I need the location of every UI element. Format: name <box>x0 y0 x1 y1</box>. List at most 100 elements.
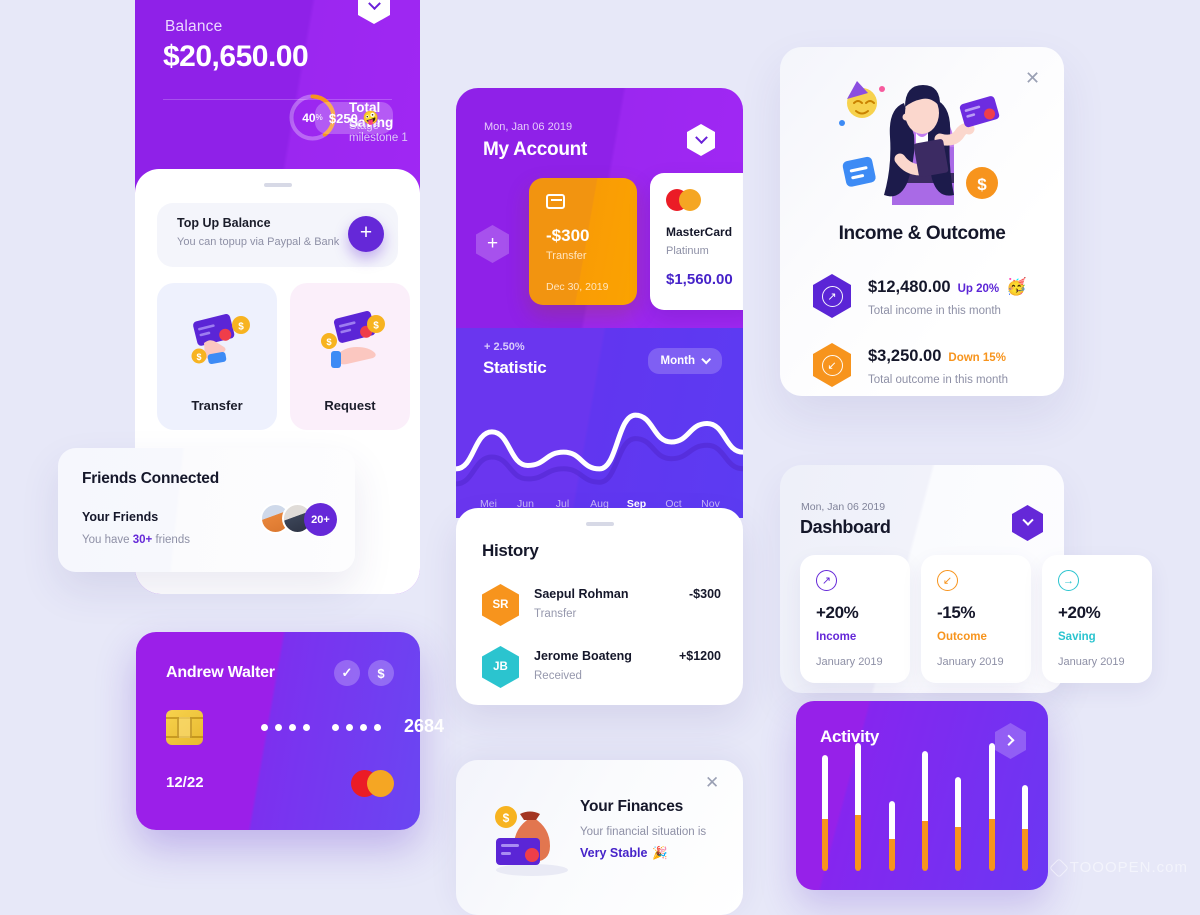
history-row[interactable]: JB Jerome Boateng Received +$1200 <box>482 646 721 690</box>
friends-count: 30+ <box>132 534 153 546</box>
dashboard-stat-tile-income[interactable]: ↗ +20% Income January 2019 <box>800 555 910 683</box>
note-suffix: friends <box>152 534 190 546</box>
history-amount: -$300 <box>689 587 721 601</box>
close-icon[interactable]: ✕ <box>705 774 721 791</box>
action-tile-label: Request <box>324 398 376 413</box>
avatar-more-count[interactable]: 20+ <box>304 503 337 536</box>
activity-bar-bottom <box>988 819 995 871</box>
history-card: History SR Saepul Rohman Transfer -$300 … <box>456 508 743 705</box>
transfer-card-hand-icon: $ $ <box>157 311 277 373</box>
check-icon[interactable]: ✓ <box>334 660 360 686</box>
arrow-glyph: ↙ <box>821 354 843 376</box>
transfer-summary-card[interactable]: -$300 Transfer Dec 30, 2019 <box>529 178 637 305</box>
activity-bar <box>955 777 962 871</box>
history-title: History <box>482 541 539 560</box>
chevron-down-icon <box>701 353 712 364</box>
statistic-change: + 2.50% <box>484 341 525 353</box>
arrow-down-left-icon: ↙ <box>813 343 851 387</box>
dashboard-stat-tile-outcome[interactable]: ↙ -15% Outcome January 2019 <box>921 555 1031 683</box>
arrow-up-right-circle-icon: ↗ <box>816 570 837 591</box>
contact-avatar: SR <box>482 584 519 626</box>
arrow-down-left-circle-icon: ↙ <box>937 570 958 591</box>
statistic-period-select[interactable]: Month <box>647 348 722 374</box>
topup-balance-row[interactable]: Top Up Balance You can topup via Paypal … <box>157 203 398 267</box>
mastercard-logo-icon <box>666 189 701 211</box>
stat-date: January 2019 <box>816 656 883 668</box>
chevron-down-icon[interactable] <box>687 124 715 156</box>
arrow-glyph: ↗ <box>821 285 843 307</box>
dashboard-stat-tile-saving[interactable]: → +20% Saving January 2019 <box>1042 555 1152 683</box>
my-account-panel: Mon, Jan 06 2019 My Account + -$300 Tran… <box>456 88 743 518</box>
history-amount: +$1200 <box>678 649 721 663</box>
add-account-button[interactable]: + <box>476 225 509 263</box>
outcome-amount: $3,250.00 <box>868 347 942 365</box>
activity-bar-top <box>822 755 828 819</box>
friends-title: Friends Connected <box>82 470 219 487</box>
action-tile-request[interactable]: $ $ Request <box>290 283 410 430</box>
income-delta: Up 20% <box>957 283 1000 295</box>
bank-card-summary[interactable]: MasterCard Platinum $1,560.00 <box>650 173 743 310</box>
history-row[interactable]: SR Saepul Rohman Transfer -$300 <box>482 584 721 628</box>
outcome-amount-row: $3,250.00 Down 15% <box>868 347 1006 366</box>
activity-bar <box>921 751 928 871</box>
balance-label: Balance <box>165 18 223 35</box>
activity-card: Activity <box>796 701 1048 890</box>
arrow-right-circle-icon: → <box>1058 570 1079 591</box>
stat-label: Income <box>816 631 857 643</box>
account-title: My Account <box>483 139 587 160</box>
statistic-title: Statistic <box>483 358 547 377</box>
credit-card[interactable]: Andrew Walter ✓ $ 2684 12/22 <box>136 632 444 830</box>
sheet-grabber[interactable] <box>263 183 292 187</box>
friends-count-note: You have 30+ friends <box>82 534 190 546</box>
activity-bar <box>855 743 862 871</box>
activity-bar-bottom <box>1021 829 1028 871</box>
card-number-dots <box>261 724 310 731</box>
sheet-grabber[interactable] <box>585 522 614 526</box>
activity-bar-top <box>955 777 962 827</box>
activity-bar-bottom <box>955 827 962 871</box>
svg-text:$: $ <box>503 811 510 825</box>
saving-amount-chip[interactable]: $250 🤪 <box>314 102 393 134</box>
request-card-hand-icon: $ $ <box>290 311 410 373</box>
activity-bar-top <box>855 743 862 815</box>
activity-bar-top <box>888 801 895 839</box>
income-amount-row: $12,480.00 Up 20% 🥳 <box>868 278 1027 297</box>
activity-title: Activity <box>820 727 880 746</box>
income-description: Total income in this month <box>868 305 1001 317</box>
chevron-down-icon[interactable] <box>358 0 390 24</box>
history-name: Saepul Rohman <box>534 587 629 601</box>
party-popper-emoji: 🎉 <box>652 846 668 860</box>
svg-text:$: $ <box>196 352 201 362</box>
money-bag-card-icon: $ $ <box>486 800 572 883</box>
finances-subtitle: Your financial situation is <box>580 826 707 838</box>
finances-status: Very Stable 🎉 <box>580 846 668 861</box>
svg-text:$: $ <box>238 322 244 333</box>
activity-bar-chart <box>822 743 1028 871</box>
action-tile-transfer[interactable]: $ $ Transfer <box>157 283 277 430</box>
friends-subtitle: Your Friends <box>82 510 159 524</box>
chevron-down-icon[interactable] <box>1012 505 1043 541</box>
stat-value: +20% <box>816 603 859 622</box>
dollar-icon[interactable]: $ <box>368 660 394 686</box>
card-chip-icon <box>166 710 203 745</box>
svg-text:$: $ <box>977 175 987 194</box>
activity-bar-top <box>988 743 995 819</box>
activity-bar-bottom <box>855 815 862 871</box>
friends-connected-card[interactable]: Friends Connected Your Friends You have … <box>58 448 355 572</box>
outcome-description: Total outcome in this month <box>868 374 1008 386</box>
bank-card-tier: Platinum <box>666 245 709 257</box>
activity-bar-bottom <box>822 819 828 871</box>
plus-icon[interactable]: + <box>348 216 384 252</box>
saving-percent-value: 40 <box>302 110 316 125</box>
activity-bar-bottom <box>921 821 928 871</box>
card-holder-name: Andrew Walter <box>166 664 275 681</box>
history-type: Received <box>534 670 582 682</box>
watermark-text: TOOOPEN.com <box>1069 859 1188 876</box>
friend-avatars[interactable]: 20+ <box>260 503 337 536</box>
money-face-emoji: 🤪 <box>362 110 379 125</box>
svg-text:$: $ <box>373 321 379 332</box>
activity-bar-bottom <box>888 839 895 871</box>
chevron-right-icon[interactable] <box>995 723 1026 759</box>
arrow-up-right-icon: ↗ <box>813 274 851 318</box>
contact-avatar: JB <box>482 646 519 688</box>
